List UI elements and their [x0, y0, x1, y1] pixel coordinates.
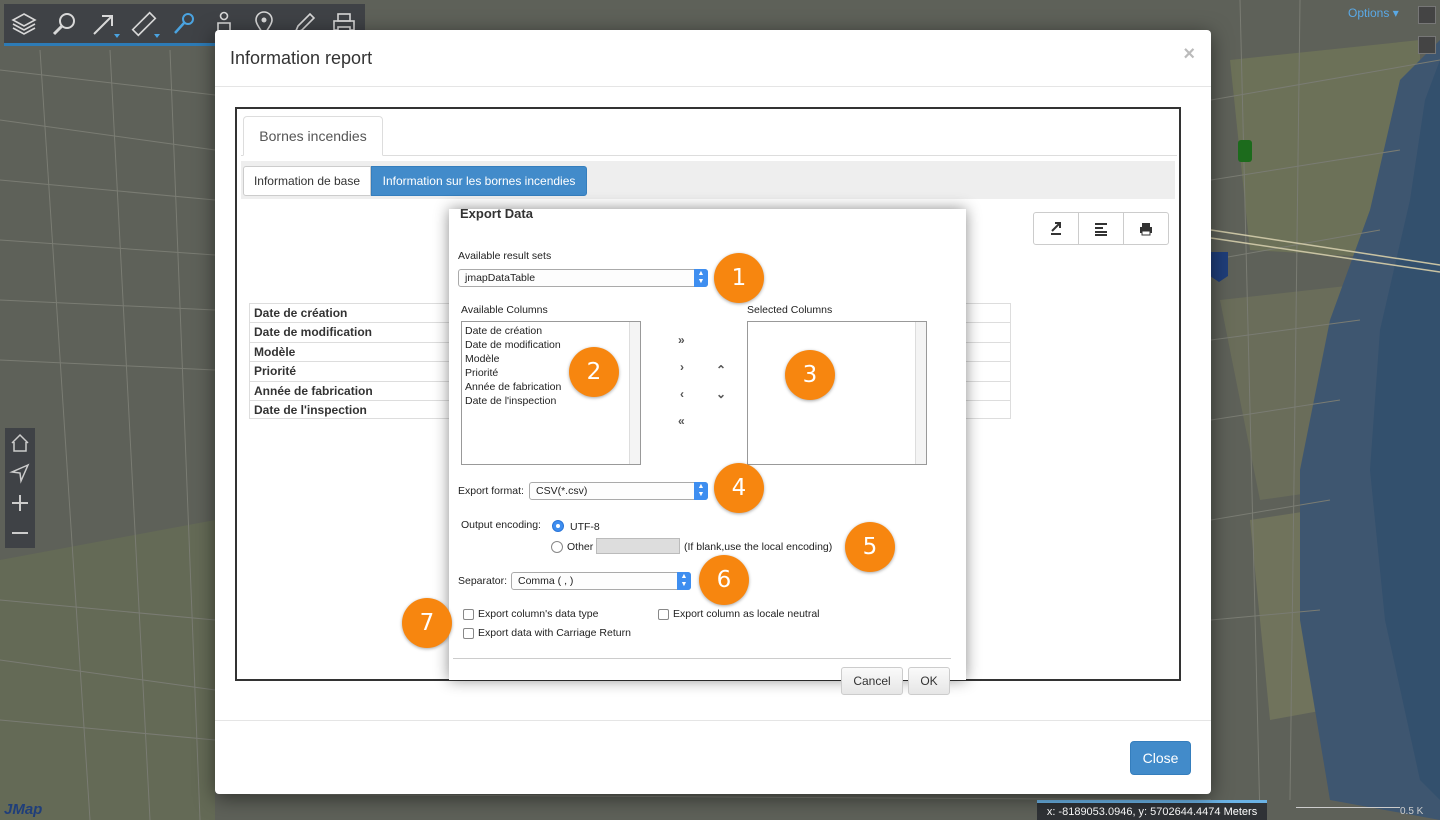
coordinate-readout: x: -8189053.0946, y: 5702644.4474 Meters	[1037, 800, 1267, 820]
carriage-return-checkbox[interactable]	[463, 628, 474, 639]
export-data-dialog: Export Data Available result sets jmapDa…	[449, 206, 966, 695]
move-left-icon[interactable]: ‹	[680, 387, 684, 401]
other-encoding-radio[interactable]	[551, 541, 563, 553]
separator-label: Separator:	[458, 575, 508, 587]
list-item[interactable]: Date de création	[462, 324, 640, 338]
report-actions	[1033, 212, 1169, 245]
subtab-bar: Information de base Information sur les …	[241, 161, 1175, 199]
cancel-button[interactable]: Cancel	[841, 667, 903, 695]
data-type-checkbox[interactable]	[463, 609, 474, 620]
callout-badge: 6	[699, 555, 749, 605]
move-all-left-icon[interactable]: «	[678, 414, 685, 428]
result-sets-label: Available result sets	[458, 250, 552, 262]
list-item[interactable]: Date de l'inspection	[462, 394, 640, 408]
tab-bornes-incendies[interactable]: Bornes incendies	[243, 116, 383, 156]
panel-toggle-icon[interactable]	[1418, 6, 1436, 24]
modal-header: Information report ×	[215, 30, 1211, 87]
info-pin-icon[interactable]	[164, 4, 204, 43]
locale-neutral-checkbox[interactable]	[658, 609, 669, 620]
other-encoding-label: Other	[567, 541, 594, 553]
select-arrows-icon: ▲ ▼	[677, 572, 691, 590]
search-icon[interactable]	[44, 4, 84, 43]
separator-value: Comma ( , )	[518, 575, 574, 587]
home-icon[interactable]	[5, 428, 35, 458]
modal-title: Information report	[230, 48, 373, 68]
zoom-out-icon[interactable]	[5, 518, 35, 548]
subtab-information-de-base[interactable]: Information de base	[243, 166, 371, 196]
utf8-radio[interactable]	[552, 520, 564, 532]
export-table-icon[interactable]	[1079, 213, 1124, 244]
available-columns-label: Available Columns	[461, 304, 548, 316]
zoom-in-icon[interactable]	[5, 488, 35, 518]
output-encoding-label: Output encoding:	[461, 519, 541, 531]
result-set-value: jmapDataTable	[465, 272, 536, 284]
callout-badge: 1	[714, 253, 764, 303]
encoding-hint: (If blank,use the local encoding)	[684, 541, 833, 553]
select-arrow-icon[interactable]	[84, 4, 124, 43]
layers-icon[interactable]	[4, 4, 44, 43]
modal-footer: Close	[215, 720, 1211, 794]
jmap-logo: JMap	[4, 801, 43, 818]
export-format-value: CSV(*.csv)	[536, 485, 588, 497]
select-arrows-icon: ▲ ▼	[694, 482, 708, 500]
panel-toggle-icon-2[interactable]	[1418, 36, 1436, 54]
select-arrows-icon: ▲ ▼	[694, 269, 708, 287]
scale-bar	[1296, 807, 1400, 811]
move-up-icon[interactable]: ⌃	[716, 363, 726, 377]
close-button[interactable]: Close	[1130, 741, 1191, 775]
carriage-return-label: Export data with Carriage Return	[478, 627, 631, 639]
navigate-arrow-icon[interactable]	[5, 458, 35, 488]
scrollbar[interactable]	[915, 322, 926, 464]
data-type-label: Export column's data type	[478, 608, 599, 620]
result-set-select[interactable]: jmapDataTable ▲ ▼	[458, 269, 708, 287]
callout-badge: 5	[845, 522, 895, 572]
available-columns-list[interactable]: Date de création Date de modification Mo…	[461, 321, 641, 465]
list-item[interactable]: Date de modification	[462, 338, 640, 352]
callout-badge: 3	[785, 350, 835, 400]
close-icon[interactable]: ×	[1183, 43, 1195, 66]
export-dialog-title: Export Data	[460, 206, 533, 221]
scrollbar[interactable]	[629, 322, 640, 464]
selected-columns-label: Selected Columns	[747, 304, 833, 316]
dialog-divider	[453, 658, 951, 659]
ok-button[interactable]: OK	[908, 667, 950, 695]
export-icon[interactable]	[1034, 213, 1079, 244]
options-menu-link[interactable]: Options ▾	[1348, 6, 1399, 20]
locale-neutral-label: Export column as locale neutral	[673, 608, 820, 620]
export-format-select[interactable]: CSV(*.csv) ▲ ▼	[529, 482, 708, 500]
other-encoding-input[interactable]	[596, 538, 680, 554]
selected-columns-list[interactable]	[747, 321, 927, 465]
move-right-icon[interactable]: ›	[680, 360, 684, 374]
move-down-icon[interactable]: ⌄	[716, 387, 726, 401]
utf8-label: UTF-8	[570, 521, 600, 533]
callout-badge: 2	[569, 347, 619, 397]
separator-select[interactable]: Comma ( , ) ▲ ▼	[511, 572, 691, 590]
callout-badge: 4	[714, 463, 764, 513]
scale-label: 0.5 K	[1400, 806, 1424, 817]
callout-badge: 7	[402, 598, 452, 648]
print-icon[interactable]	[1124, 213, 1168, 244]
map-navigation	[5, 428, 35, 548]
export-format-label: Export format:	[458, 485, 524, 497]
move-all-right-icon[interactable]: »	[678, 333, 685, 347]
measure-ruler-icon[interactable]	[124, 4, 164, 43]
subtab-information-bornes[interactable]: Information sur les bornes incendies	[371, 166, 587, 196]
